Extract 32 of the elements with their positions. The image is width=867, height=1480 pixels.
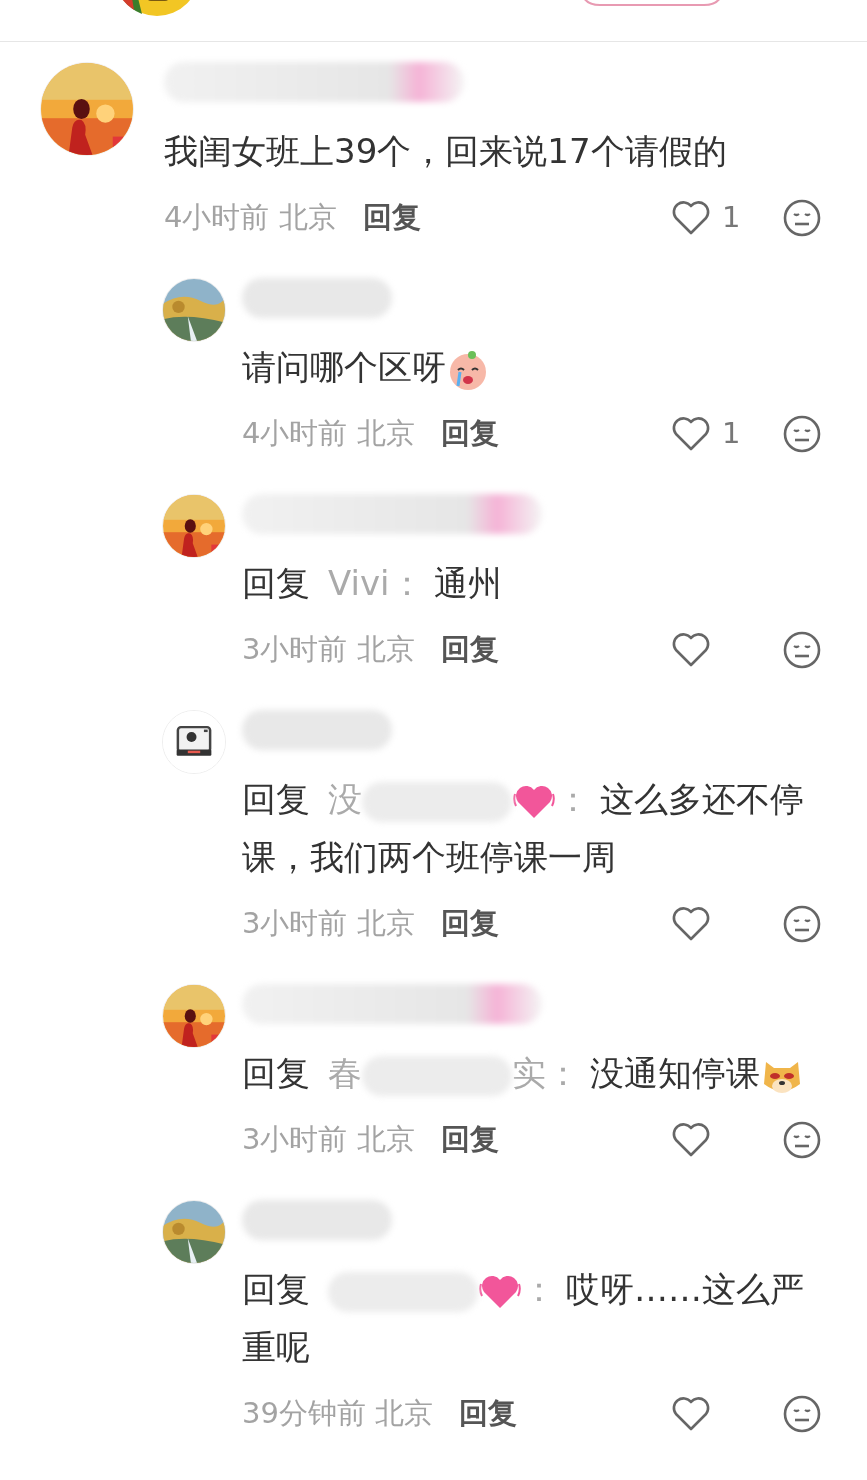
reply-link[interactable]: 回复 <box>440 628 499 672</box>
reply-link[interactable]: 回复 <box>459 1392 518 1436</box>
comment-text: 回复 春 实： 没通知停课 <box>242 1044 837 1102</box>
comment-text: 回复 Vivi： 通州 <box>242 562 503 605</box>
comment-text: 请问哪个区呀 <box>242 338 837 396</box>
like-count: 1 <box>722 415 741 453</box>
neutral-face-icon[interactable] <box>782 630 822 670</box>
neutral-face-icon[interactable] <box>782 904 822 944</box>
like-icon[interactable] <box>672 200 710 236</box>
neutral-face-icon[interactable] <box>782 198 822 238</box>
like-icon[interactable] <box>672 1396 710 1432</box>
reply-link[interactable]: 回复 <box>440 412 499 456</box>
like-icon[interactable] <box>672 416 710 452</box>
reply-link[interactable]: 回复 <box>440 1118 499 1162</box>
like-count: 1 <box>722 199 741 237</box>
reply-link[interactable]: 回复 <box>362 196 421 240</box>
reply-link[interactable]: 回复 <box>440 902 499 946</box>
neutral-face-icon[interactable] <box>782 1120 822 1160</box>
timestamp: 39分钟前 北京 <box>242 1395 434 1433</box>
neutral-face-icon[interactable] <box>782 1394 822 1434</box>
comment-text: 回复 没 ： 这么多还不停课，我们两个班停课一周 <box>242 778 805 879</box>
like-icon[interactable] <box>672 906 710 942</box>
timestamp: 3小时前 北京 <box>242 905 415 943</box>
comment-text: 回复 ： 哎呀……这么严重呢 <box>242 1268 805 1369</box>
like-icon[interactable] <box>672 632 710 668</box>
timestamp: 3小时前 北京 <box>242 631 415 669</box>
neutral-face-icon[interactable] <box>782 414 822 454</box>
like-icon[interactable] <box>672 1122 710 1158</box>
timestamp: 3小时前 北京 <box>242 1121 415 1159</box>
comment-text: 我闺女班上39个，回来说17个请假的 <box>164 130 728 173</box>
timestamp: 4小时前 北京 <box>242 415 415 453</box>
timestamp: 4小时前 北京 <box>164 199 337 237</box>
